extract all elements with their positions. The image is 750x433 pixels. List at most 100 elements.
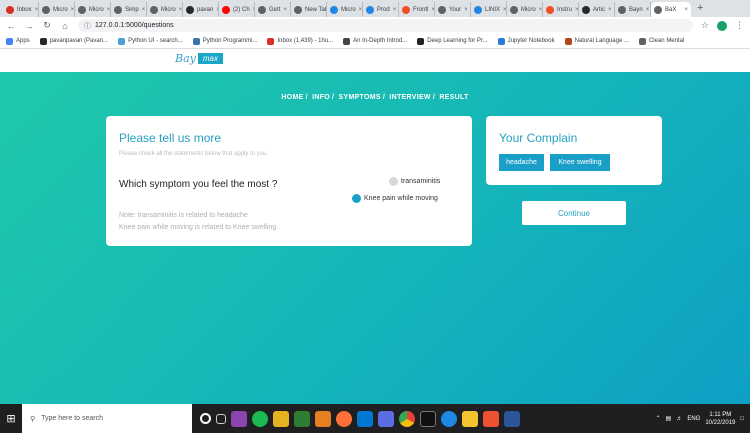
profile-avatar[interactable] <box>717 20 727 31</box>
tab-close-icon[interactable]: × <box>393 7 397 13</box>
browser-tab[interactable]: LINIX × <box>471 2 507 17</box>
browser-tab[interactable]: Micro × <box>507 2 543 17</box>
continue-button[interactable]: Continue <box>522 201 626 225</box>
language-indicator[interactable]: ENG <box>687 416 700 422</box>
tab-close-icon[interactable]: × <box>684 7 688 13</box>
breadcrumb-symptoms[interactable]: SYMPTOMS <box>339 94 381 101</box>
option-label: Knee pain while moving <box>364 195 438 202</box>
url-text: 127.0.0.1:5000/questions <box>95 22 174 29</box>
option-knee-pain[interactable]: Knee pain while moving <box>352 194 438 203</box>
browser-tab[interactable]: Gett × <box>255 2 291 17</box>
complain-chip-headache[interactable]: headache <box>499 154 544 171</box>
back-icon[interactable]: ← <box>6 21 16 31</box>
browser-tab[interactable]: New Tab× <box>291 2 327 17</box>
browser-tab[interactable]: (2) Ch× <box>219 2 255 17</box>
tab-close-icon[interactable]: × <box>539 7 542 13</box>
bookmark-item[interactable]: Clean Mental <box>638 37 684 45</box>
browser-tab[interactable]: Prod × <box>363 2 399 17</box>
tab-close-icon[interactable]: × <box>35 7 38 13</box>
browser-tab[interactable]: Instru × <box>543 2 579 17</box>
browser-tab[interactable]: Artic × <box>579 2 615 17</box>
browser-tab[interactable]: Bayn × <box>615 2 651 17</box>
app-green-icon[interactable] <box>252 410 268 427</box>
firefox-icon[interactable] <box>336 410 352 427</box>
network-icon[interactable]: ▤ <box>666 415 672 422</box>
app-blue-icon[interactable] <box>441 410 457 427</box>
browser-tab[interactable]: Micro × <box>39 2 75 17</box>
radio-unchecked-icon[interactable] <box>389 177 398 186</box>
browser-tab[interactable]: Inbox × <box>3 2 39 17</box>
notification-icon[interactable]: □ <box>740 416 744 422</box>
reload-icon[interactable]: ↻ <box>42 20 52 31</box>
app-photos-icon[interactable] <box>378 410 394 427</box>
browser-tab[interactable]: Micro × <box>327 2 363 17</box>
breadcrumb-info[interactable]: INFO <box>312 94 330 101</box>
info-icon[interactable]: ⓘ <box>84 21 91 31</box>
address-bar[interactable]: ⓘ 127.0.0.1:5000/questions <box>78 19 693 32</box>
breadcrumb-home[interactable]: HOME <box>281 94 303 101</box>
bookmark-item[interactable]: Apps <box>6 37 30 45</box>
browser-toolbar: ← → ↻ ⌂ ⓘ 127.0.0.1:5000/questions ☆ ⋮ <box>0 17 750 34</box>
browser-tab[interactable]: BaX × <box>651 2 691 17</box>
bookmark-favicon-icon <box>118 37 126 45</box>
explorer-icon[interactable] <box>462 410 478 427</box>
bookmark-item[interactable]: Jupyter Notebook <box>497 37 555 45</box>
baymax-logo[interactable]: Bay max <box>175 52 223 65</box>
clock-date: 10/22/2019 <box>705 419 736 426</box>
tab-close-icon[interactable]: × <box>608 7 612 13</box>
app-word-icon[interactable] <box>504 410 520 427</box>
radio-checked-icon[interactable] <box>352 194 361 203</box>
clock[interactable]: 1:11 PM 10/22/2019 <box>705 411 735 427</box>
cortana-icon[interactable] <box>200 413 211 424</box>
tab-close-icon[interactable]: × <box>142 7 146 13</box>
option-transaminitis[interactable]: transaminitis <box>389 177 440 186</box>
browser-tab[interactable]: Frontl × <box>399 2 435 17</box>
bookmark-item[interactable]: Deep Learning for Pr... <box>417 37 488 45</box>
home-icon[interactable]: ⌂ <box>60 21 70 31</box>
bookmark-item[interactable]: Python Programmi... <box>192 37 257 45</box>
bookmark-star-icon[interactable]: ☆ <box>701 20 709 31</box>
tab-close-icon[interactable]: × <box>503 7 506 13</box>
menu-icon[interactable]: ⋮ <box>735 20 744 31</box>
bookmark-favicon-icon <box>39 37 47 45</box>
tab-close-icon[interactable]: × <box>646 7 650 13</box>
bookmark-item[interactable]: Python UI - search... <box>118 37 183 45</box>
browser-tab[interactable]: Micro × <box>147 2 183 17</box>
new-tab-button[interactable]: + <box>697 2 703 17</box>
windows-start-icon[interactable]: ⊞ <box>0 412 22 425</box>
tab-close-icon[interactable]: × <box>107 7 110 13</box>
forward-icon[interactable]: → <box>24 21 34 31</box>
taskbar-search[interactable]: ⚲ Type here to search <box>22 404 192 433</box>
task-view-icon[interactable] <box>216 413 226 424</box>
tray-chevron-icon[interactable]: ⌃ <box>656 415 661 422</box>
volume-icon[interactable]: ♬ <box>676 416 682 422</box>
chrome-icon[interactable] <box>399 410 415 427</box>
browser-tab[interactable]: Micro × <box>75 2 111 17</box>
tab-close-icon[interactable]: × <box>464 7 468 13</box>
tab-close-icon[interactable]: × <box>283 7 287 13</box>
browser-tab[interactable]: Simp × <box>111 2 147 17</box>
complain-chip-knee-swelling[interactable]: Knee swelling <box>550 154 610 171</box>
bookmark-label: Jupyter Notebook <box>507 38 555 44</box>
app-git-icon[interactable] <box>483 410 499 427</box>
terminal-icon[interactable] <box>420 410 436 427</box>
bookmark-item[interactable]: Inbox (1,439) - 1hu... <box>267 37 333 45</box>
app-orange-icon[interactable] <box>315 410 331 427</box>
browser-tab[interactable]: pavan× <box>183 2 219 17</box>
bookmark-item[interactable]: An In-Depth Introd... <box>343 37 407 45</box>
bookmark-item[interactable]: pavanpavan (Pavan... <box>39 37 108 45</box>
tab-favicon-icon <box>42 5 50 14</box>
tab-close-icon[interactable]: × <box>359 7 362 13</box>
app-green2-icon[interactable] <box>294 410 310 427</box>
breadcrumb-result[interactable]: RESULT <box>439 94 468 101</box>
browser-tab[interactable]: Your × <box>435 2 471 17</box>
app-purple-icon[interactable] <box>231 410 247 427</box>
bookmark-item[interactable]: Natural Language ... <box>564 37 629 45</box>
tab-close-icon[interactable]: × <box>179 7 182 13</box>
taskbar: ⊞ ⚲ Type here to search ⌃ ▤ ♬ ENG 1:11 P… <box>0 404 750 433</box>
app-yellow-icon[interactable] <box>273 410 289 427</box>
breadcrumb-interview[interactable]: INTERVIEW <box>389 94 430 101</box>
tab-close-icon[interactable]: × <box>575 7 578 13</box>
tab-close-icon[interactable]: × <box>71 7 74 13</box>
vscode-icon[interactable] <box>357 410 373 427</box>
